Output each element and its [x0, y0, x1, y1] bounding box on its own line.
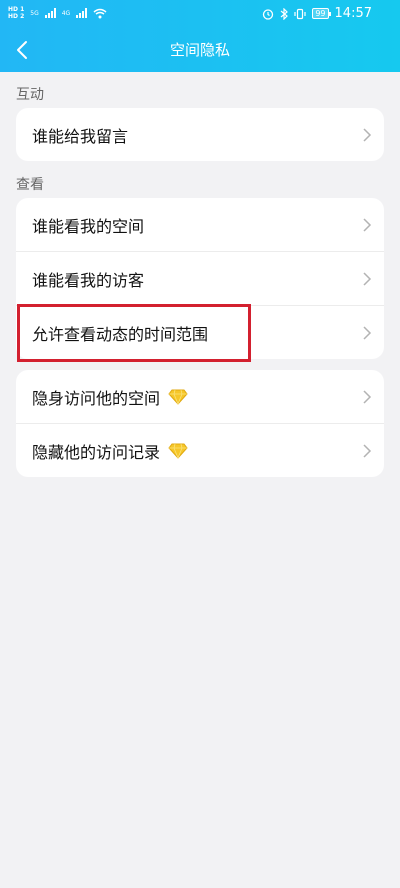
row-hide-visit-record[interactable]: 隐藏他的访问记录: [16, 423, 384, 477]
network-label-2: 4G: [61, 9, 71, 17]
row-who-can-see-my-space[interactable]: 谁能看我的空间: [16, 198, 384, 251]
card-premium: 隐身访问他的空间 隐藏他的访问记录: [16, 370, 384, 477]
row-who-can-see-my-visitors[interactable]: 谁能看我的访客: [16, 251, 384, 305]
alarm-icon: [263, 8, 274, 20]
status-right: 99 14:57: [262, 6, 372, 21]
sim-badges: HD 1 HD 2: [8, 6, 24, 20]
signal-icon: [44, 8, 56, 18]
navigation-bar: 空间隐私: [0, 28, 400, 72]
chevron-right-icon: [363, 128, 372, 142]
row-label: 隐藏他的访问记录: [32, 442, 161, 462]
hd-badge-2: HD 2: [8, 13, 25, 20]
chevron-right-icon: [363, 444, 372, 458]
header-bar: HD 1 HD 2 5G 4G 99 14:57 空间隐私: [0, 0, 400, 72]
chevron-right-icon: [363, 390, 372, 404]
battery-indicator: 99: [312, 8, 331, 19]
card-view: 谁能看我的空间 谁能看我的访客 允许查看动态的时间范围: [16, 198, 384, 359]
hd-badge-1: HD 1: [8, 6, 25, 13]
page-title: 空间隐私: [169, 41, 230, 59]
diamond-icon: [168, 389, 188, 405]
status-left: HD 1 HD 2 5G 4G: [8, 6, 107, 20]
bluetooth-icon: [280, 7, 289, 20]
network-label-1: 5G: [30, 9, 39, 17]
row-allowed-feed-time-range[interactable]: 允许查看动态的时间范围: [16, 305, 384, 359]
vibrate-icon: [294, 8, 306, 19]
wifi-icon: [93, 8, 107, 18]
card-interaction: 谁能给我留言: [16, 108, 384, 161]
row-label: 谁能看我的访客: [32, 270, 145, 290]
status-bar: HD 1 HD 2 5G 4G 99 14:57: [0, 0, 400, 28]
status-time: 14:57: [334, 6, 372, 21]
row-label: 谁能给我留言: [32, 126, 129, 146]
signal-icon-2: [76, 8, 88, 18]
section-label-interaction: 互动: [16, 87, 44, 103]
diamond-icon: [168, 443, 188, 459]
chevron-right-icon: [363, 218, 372, 232]
row-who-can-leave-message[interactable]: 谁能给我留言: [16, 108, 384, 161]
row-invisible-visit-space[interactable]: 隐身访问他的空间: [16, 370, 384, 423]
row-label: 隐身访问他的空间: [32, 388, 161, 408]
chevron-right-icon: [363, 326, 372, 340]
row-label: 允许查看动态的时间范围: [32, 324, 209, 344]
chevron-right-icon: [363, 272, 372, 286]
row-label: 谁能看我的空间: [32, 216, 145, 236]
section-label-view: 查看: [16, 177, 44, 193]
